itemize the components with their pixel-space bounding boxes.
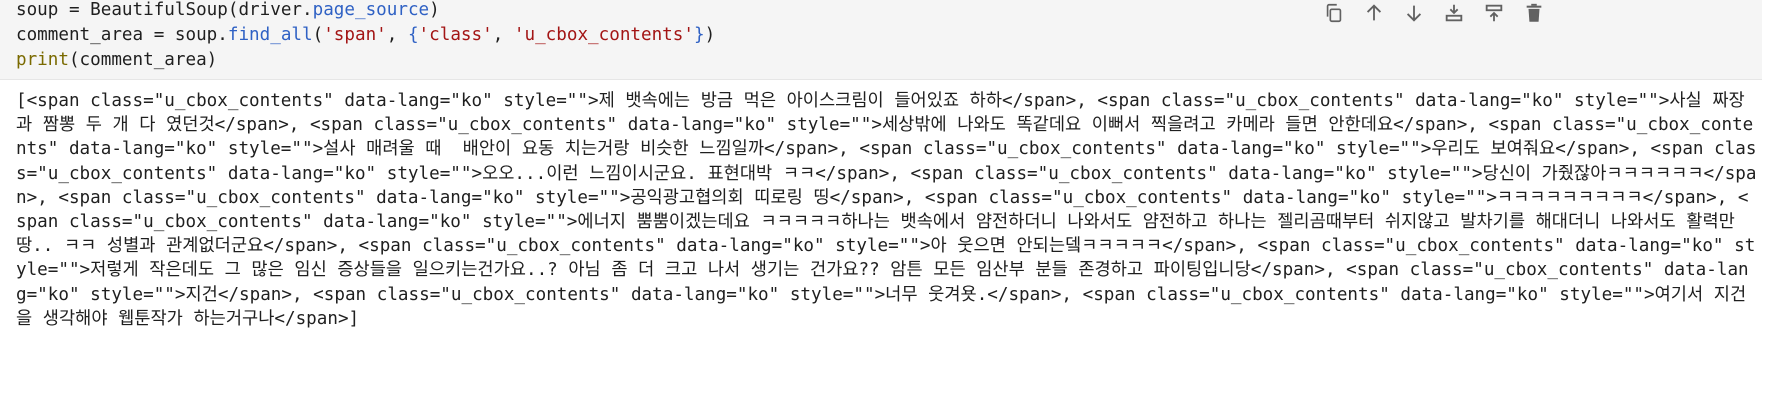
arrow-down-icon [1406,5,1422,22]
code-token: 'span' [323,25,387,45]
copy-button[interactable] [1314,0,1354,26]
trash-icon [1526,3,1542,22]
code-token: BeautifulSoup(driver. [90,0,313,20]
code-line-2: comment_area = soup.find_all('span', {'c… [16,23,715,48]
move-up-button[interactable] [1354,0,1394,26]
code-token: comment_area [16,25,144,45]
code-token: print [16,50,69,70]
code-token: 'u_cbox_contents' [513,25,694,45]
code-token: page_source [312,0,430,20]
code-token: ) [429,0,440,20]
code-token: soup [16,0,59,20]
copy-icon [1326,3,1342,23]
arrow-up-icon [1366,4,1382,21]
code-token: ) [704,25,716,45]
insert-below-icon [1445,4,1463,22]
code-token: { [407,25,419,45]
code-token: find_all [227,25,313,45]
insert-above-button[interactable] [1474,0,1514,26]
insert-below-button[interactable] [1434,0,1474,26]
code-token: } [693,25,705,45]
code-token: , [386,25,408,45]
code-line-1: soup = BeautifulSoup(driver.page_source) [16,0,440,23]
code-token: (comment_area) [68,50,218,70]
move-down-button[interactable] [1394,0,1434,26]
code-token: 'class' [418,25,493,45]
code-token: , [492,25,514,45]
insert-above-icon [1485,4,1503,22]
code-token: ( [312,25,324,45]
code-token: soup. [174,25,228,45]
cell-output: [<span class="u_cbox_contents" data-lang… [16,91,1757,329]
code-line-3: print(comment_area) [16,48,217,73]
delete-button[interactable] [1514,0,1554,26]
code-token: = [58,0,91,20]
code-token: = [143,25,175,45]
cell-toolbar [1314,0,1554,26]
